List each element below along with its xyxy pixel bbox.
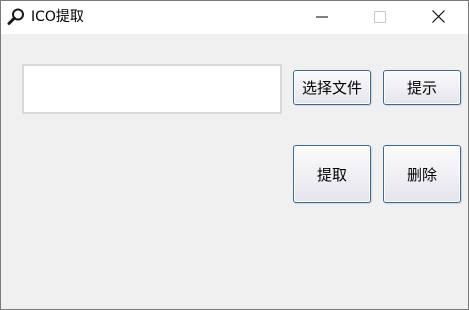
maximize-icon xyxy=(374,8,386,27)
close-icon xyxy=(431,8,445,27)
minimize-icon xyxy=(316,8,328,27)
magnifier-icon xyxy=(7,8,25,26)
close-button[interactable] xyxy=(415,1,461,34)
minimize-button[interactable] xyxy=(299,1,345,34)
window-title: ICO提取 xyxy=(31,9,84,25)
delete-button[interactable]: 删除 xyxy=(383,145,461,203)
file-path-input[interactable] xyxy=(22,64,282,114)
maximize-button[interactable] xyxy=(357,1,403,34)
choose-file-button[interactable]: 选择文件 xyxy=(293,70,371,105)
title-bar[interactable]: ICO提取 xyxy=(1,1,468,34)
app-window: ICO提取 选择文件 提示 提取 删除 xyxy=(0,0,469,310)
extract-button[interactable]: 提取 xyxy=(293,145,371,203)
hint-button[interactable]: 提示 xyxy=(383,70,461,105)
